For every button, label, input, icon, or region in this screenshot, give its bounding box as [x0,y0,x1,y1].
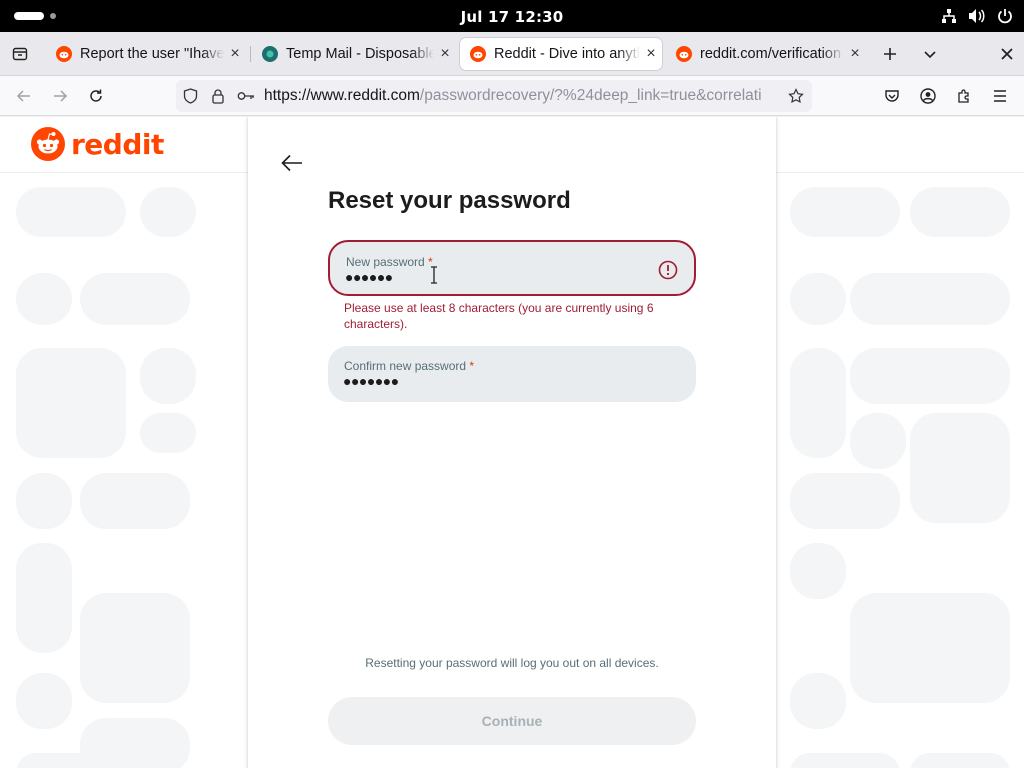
close-tab-icon[interactable]: × [844,45,866,63]
close-window-icon[interactable] [995,42,1019,66]
url-host: https://www.reddit.com [264,87,420,104]
reload-icon[interactable] [84,84,108,108]
extensions-icon[interactable] [952,84,976,108]
confirm-password-field[interactable]: Confirm new password * ●●●●●●● [328,346,696,402]
text-cursor-icon [431,266,437,284]
page-title: Reset your password [328,187,571,214]
tempmail-icon [262,46,278,62]
browser-nav-bar: https://www.reddit.com/passwordrecovery/… [0,76,1024,116]
power-icon[interactable] [996,7,1014,25]
reddit-icon [56,46,72,62]
system-top-bar: Jul 17 12:30 [0,0,1024,32]
network-icon[interactable] [940,7,958,25]
forward-arrow-icon[interactable] [48,84,72,108]
web-page: reddit Reset your password New password … [0,117,1024,768]
list-tabs-chevron-icon[interactable] [918,42,942,66]
tab-title: Report the user "Ihave [80,46,224,62]
close-tab-icon[interactable]: × [640,45,662,63]
url-path: /passwordrecovery/?%24deep_link=true&cor… [419,87,762,104]
firefox-view-icon[interactable] [8,42,32,66]
field-label: Confirm new password * [344,359,475,373]
reddit-icon [470,46,486,62]
tab-temp-mail[interactable]: Temp Mail - Disposable × [252,38,456,70]
back-arrow-icon[interactable] [278,149,306,177]
bookmark-star-icon[interactable] [782,82,810,110]
account-icon[interactable] [916,84,940,108]
reset-password-dialog: Reset your password New password * ●●●●●… [248,117,776,768]
close-tab-icon[interactable]: × [434,45,456,63]
tab-reddit-active[interactable]: Reddit - Dive into anyth × [460,38,662,70]
reddit-wordmark: reddit [71,127,164,161]
system-clock[interactable]: Jul 17 12:30 [0,8,1024,26]
tab-verification[interactable]: reddit.com/verification × [666,38,866,70]
reddit-icon [676,46,692,62]
reddit-logo[interactable]: reddit [31,127,164,161]
url-bar[interactable]: https://www.reddit.com/passwordrecovery/… [176,80,812,112]
password-error-message: Please use at least 8 characters (you ar… [344,301,654,331]
new-tab-icon[interactable] [878,42,902,66]
lock-icon[interactable] [204,82,232,110]
url-text[interactable]: https://www.reddit.com/passwordrecovery/… [260,87,782,105]
logout-notice: Resetting your password will log you out… [365,656,659,670]
field-label: New password * [346,255,433,269]
close-tab-icon[interactable]: × [224,45,246,63]
reddit-snoo-icon [31,127,65,161]
hamburger-menu-icon[interactable] [988,84,1012,108]
pocket-icon[interactable] [880,84,904,108]
confirm-password-input[interactable]: ●●●●●●● [343,373,399,389]
tab-report-user[interactable]: Report the user "Ihave × [46,38,246,70]
back-arrow-icon[interactable] [12,84,36,108]
error-alert-icon [658,260,678,280]
browser-tab-strip: Report the user "Ihave × Temp Mail - Dis… [0,32,1024,76]
continue-button[interactable]: Continue [328,697,696,745]
new-password-field[interactable]: New password * ●●●●●● [328,240,696,296]
new-password-input[interactable]: ●●●●●● [345,269,393,285]
volume-icon[interactable] [968,7,986,25]
tab-title: Reddit - Dive into anyth [494,46,640,62]
tab-title: reddit.com/verification [700,46,842,62]
key-icon[interactable] [232,82,260,110]
tracking-shield-icon[interactable] [176,82,204,110]
tab-title: Temp Mail - Disposable [286,46,434,62]
